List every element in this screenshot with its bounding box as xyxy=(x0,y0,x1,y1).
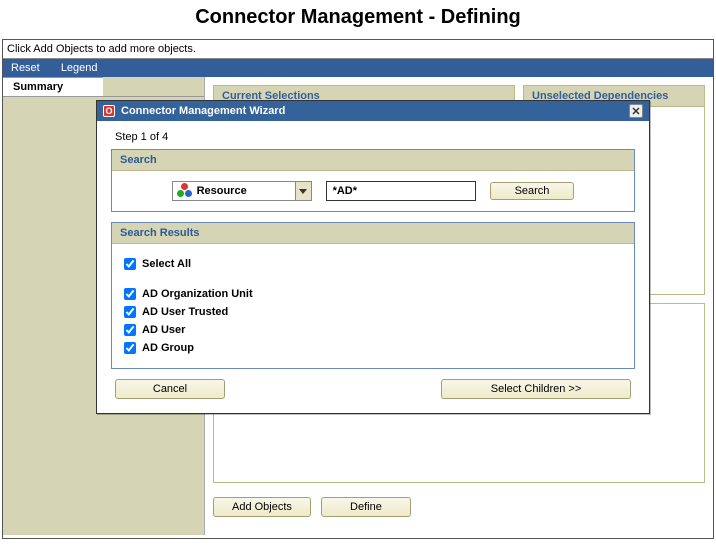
results-section: Search Results Select All AD Organizatio… xyxy=(111,222,635,369)
add-objects-button[interactable]: Add Objects xyxy=(213,497,311,517)
list-item[interactable]: AD User Trusted xyxy=(124,306,622,318)
search-section: Search Resource Search xyxy=(111,149,635,212)
select-children-button[interactable]: Select Children >> xyxy=(441,379,631,399)
select-all-row[interactable]: Select All xyxy=(124,258,622,270)
search-button[interactable]: Search xyxy=(490,182,575,200)
search-input[interactable] xyxy=(326,181,476,201)
nav-reset[interactable]: Reset xyxy=(11,62,40,74)
oracle-icon: O xyxy=(103,105,115,117)
nav-bar: Reset Legend xyxy=(3,59,713,77)
select-all-label: Select All xyxy=(142,258,191,270)
page-title: Connector Management - Defining xyxy=(0,0,716,39)
modal-title-text: Connector Management Wizard xyxy=(121,105,285,117)
list-item[interactable]: AD Organization Unit xyxy=(124,288,622,300)
list-item[interactable]: AD User xyxy=(124,324,622,336)
result-checkbox[interactable] xyxy=(124,324,136,336)
wizard-modal: O Connector Management Wizard ✕ Step 1 o… xyxy=(96,100,650,414)
bottom-button-row: Add Objects Define xyxy=(213,491,705,517)
result-checkbox[interactable] xyxy=(124,288,136,300)
chevron-down-icon[interactable] xyxy=(295,182,311,200)
modal-titlebar[interactable]: O Connector Management Wizard ✕ xyxy=(97,101,649,121)
result-checkbox[interactable] xyxy=(124,306,136,318)
result-label: AD User Trusted xyxy=(142,306,228,318)
results-section-header: Search Results xyxy=(112,223,634,244)
resource-type-combo[interactable]: Resource xyxy=(172,181,312,201)
resource-type-value: Resource xyxy=(197,185,295,197)
resource-icon xyxy=(177,183,193,199)
sidebar-tab-summary[interactable]: Summary xyxy=(3,77,103,97)
list-item[interactable]: AD Group xyxy=(124,342,622,354)
select-all-checkbox[interactable] xyxy=(124,258,136,270)
define-button[interactable]: Define xyxy=(321,497,411,517)
hint-bar: Click Add Objects to add more objects. xyxy=(3,40,713,59)
search-section-header: Search xyxy=(112,150,634,171)
result-label: AD Group xyxy=(142,342,194,354)
cancel-button[interactable]: Cancel xyxy=(115,379,225,399)
nav-legend[interactable]: Legend xyxy=(61,62,98,74)
result-checkbox[interactable] xyxy=(124,342,136,354)
result-label: AD User xyxy=(142,324,185,336)
result-label: AD Organization Unit xyxy=(142,288,253,300)
close-icon[interactable]: ✕ xyxy=(629,104,643,118)
step-label: Step 1 of 4 xyxy=(115,131,635,143)
